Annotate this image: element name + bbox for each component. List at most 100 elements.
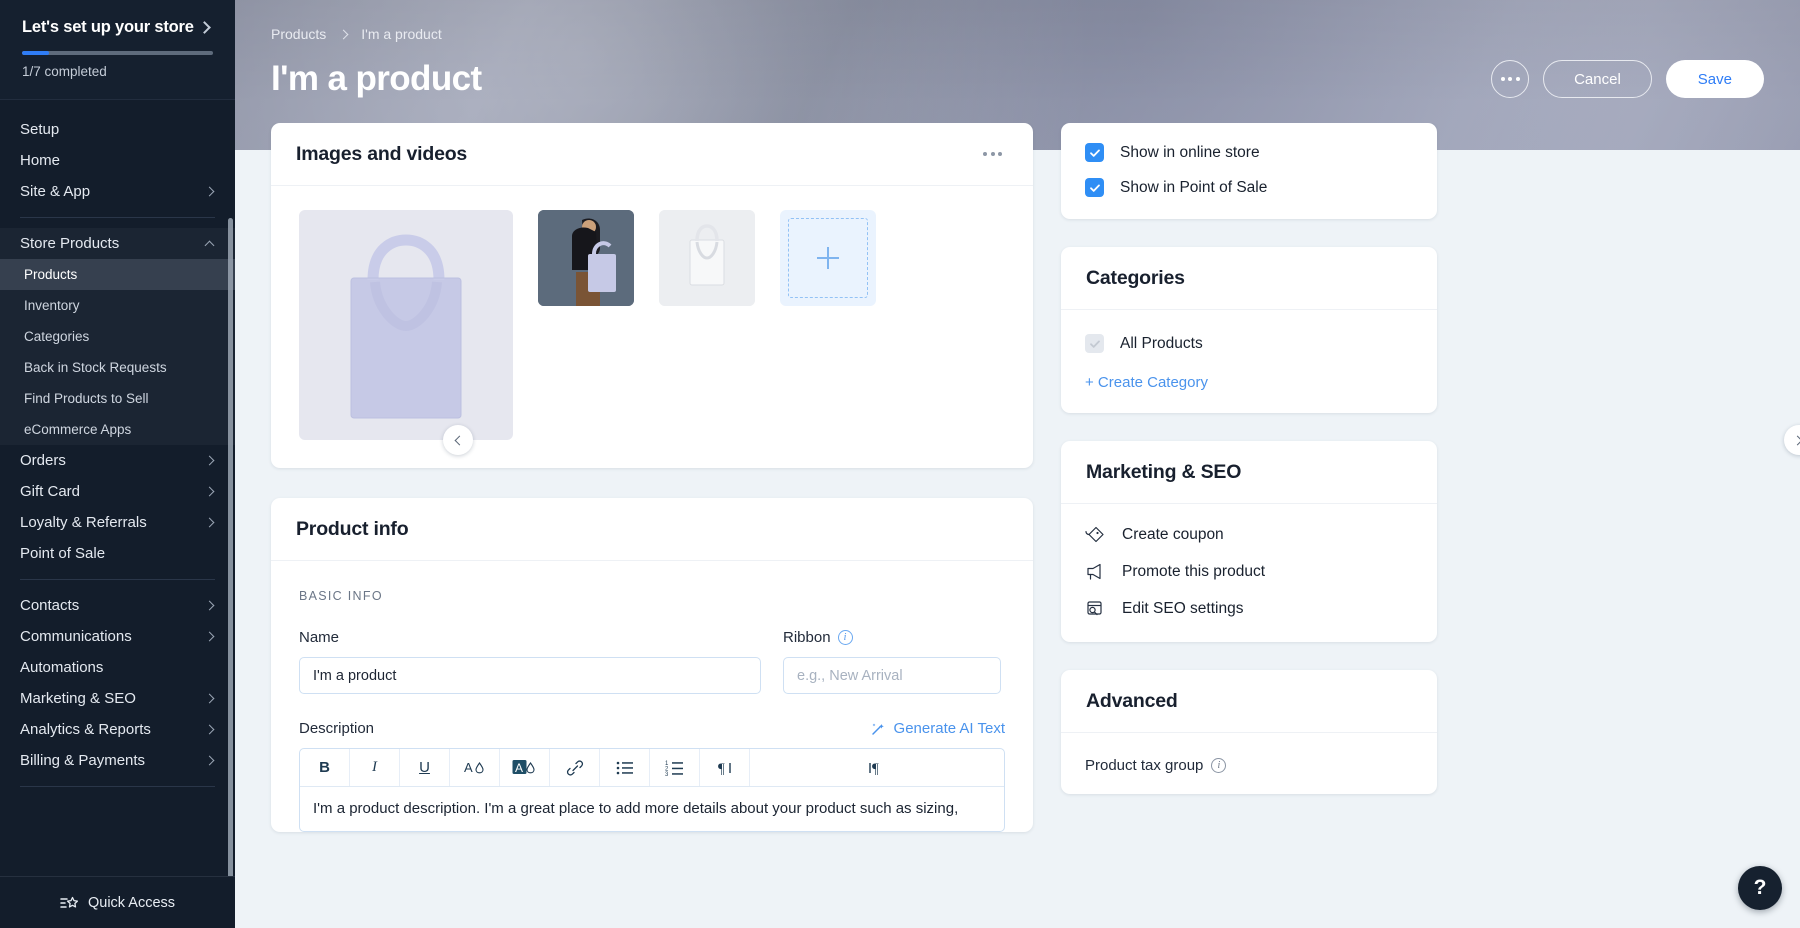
info-icon[interactable]: i bbox=[1211, 758, 1226, 773]
tote-bag-image bbox=[331, 230, 481, 420]
magic-wand-icon bbox=[870, 721, 886, 737]
checkbox-checked-icon[interactable] bbox=[1085, 143, 1104, 162]
chevron-right-icon bbox=[205, 187, 215, 197]
sidebar-scrollbar[interactable] bbox=[228, 218, 233, 876]
text-color-icon[interactable]: A bbox=[450, 749, 500, 786]
sidebar-item-label: Contacts bbox=[20, 597, 79, 614]
checkbox-checked-icon[interactable] bbox=[1085, 178, 1104, 197]
right-column: Show in online store Show in Point of Sa… bbox=[1061, 123, 1437, 928]
collapse-sidebar-button[interactable] bbox=[443, 425, 473, 455]
dot bbox=[998, 152, 1002, 156]
svg-text:¶: ¶ bbox=[872, 761, 879, 777]
show-in-online-store-row[interactable]: Show in online store bbox=[1085, 143, 1413, 162]
chevron-right-icon[interactable] bbox=[198, 21, 211, 34]
sidebar-item-analytics-reports[interactable]: Analytics & Reports bbox=[0, 714, 235, 745]
italic-icon[interactable]: I bbox=[350, 749, 400, 786]
media-thumbnail-model[interactable] bbox=[538, 210, 634, 306]
sidebar-item-ecommerce-apps[interactable]: eCommerce Apps bbox=[0, 414, 235, 445]
sidebar-item-communications[interactable]: Communications bbox=[0, 621, 235, 652]
sidebar-item-gift-card[interactable]: Gift Card bbox=[0, 476, 235, 507]
show-in-point-of-sale-row[interactable]: Show in Point of Sale bbox=[1085, 178, 1413, 197]
description-text[interactable]: I'm a product description. I'm a great p… bbox=[300, 787, 1004, 831]
align-rtl-icon[interactable]: ¶ bbox=[700, 749, 750, 786]
edit-seo-settings-button[interactable]: Edit SEO settings bbox=[1085, 600, 1413, 618]
numbered-list-glyph: 1 2 3 bbox=[665, 758, 685, 778]
sidebar-item-label: Site & App bbox=[20, 183, 90, 200]
sidebar-item-label: Gift Card bbox=[20, 483, 80, 500]
sidebar-item-label: Find Products to Sell bbox=[24, 391, 149, 406]
sidebar-item-categories[interactable]: Categories bbox=[0, 321, 235, 352]
highlight-color-icon[interactable]: A bbox=[500, 749, 550, 786]
sidebar-item-setup[interactable]: Setup bbox=[0, 114, 235, 145]
sidebar-group-store-products[interactable]: Store Products bbox=[0, 228, 235, 259]
quick-access-button[interactable]: Quick Access bbox=[0, 876, 235, 928]
sidebar-item-label: Loyalty & Referrals bbox=[20, 514, 147, 531]
help-button[interactable]: ? bbox=[1738, 866, 1782, 910]
bold-icon[interactable]: B bbox=[300, 749, 350, 786]
marketing-seo-title: Marketing & SEO bbox=[1086, 461, 1241, 484]
media-main-image[interactable] bbox=[299, 210, 513, 440]
sidebar-item-label: Back in Stock Requests bbox=[24, 360, 167, 375]
sidebar-item-label: Home bbox=[20, 152, 60, 169]
category-label: All Products bbox=[1120, 335, 1203, 353]
sidebar-item-products[interactable]: Products bbox=[0, 259, 235, 290]
bulleted-list-glyph bbox=[615, 758, 635, 778]
chevron-right-icon bbox=[1793, 435, 1800, 445]
highlight-color-glyph: A bbox=[512, 758, 538, 778]
media-more-button[interactable] bbox=[977, 146, 1008, 162]
cancel-button[interactable]: Cancel bbox=[1543, 60, 1652, 98]
advanced-title: Advanced bbox=[1086, 690, 1178, 713]
sidebar-item-back-in-stock-requests[interactable]: Back in Stock Requests bbox=[0, 352, 235, 383]
sidebar-item-marketing-seo[interactable]: Marketing & SEO bbox=[0, 683, 235, 714]
sidebar-item-label: Analytics & Reports bbox=[20, 721, 151, 738]
sidebar-item-home[interactable]: Home bbox=[0, 145, 235, 176]
sidebar-item-point-of-sale[interactable]: Point of Sale bbox=[0, 538, 235, 569]
sidebar-item-label: Setup bbox=[20, 121, 59, 138]
more-actions-button[interactable] bbox=[1491, 60, 1529, 98]
sidebar-item-orders[interactable]: Orders bbox=[0, 445, 235, 476]
bulleted-list-icon[interactable] bbox=[600, 749, 650, 786]
seo-icon bbox=[1085, 600, 1105, 618]
media-thumbnail-white-tote[interactable] bbox=[659, 210, 755, 306]
setup-progress-text: 1/7 completed bbox=[22, 64, 213, 79]
save-button[interactable]: Save bbox=[1666, 60, 1764, 98]
generate-ai-text-label: Generate AI Text bbox=[894, 720, 1005, 737]
align-ltr-icon[interactable]: ¶ bbox=[750, 749, 1004, 786]
model-with-bag-image bbox=[538, 210, 634, 306]
setup-title-row: Let's set up your store bbox=[22, 18, 213, 37]
svg-text:¶: ¶ bbox=[718, 761, 725, 777]
setup-banner[interactable]: Let's set up your store 1/7 completed bbox=[0, 0, 235, 100]
sidebar-item-contacts[interactable]: Contacts bbox=[0, 590, 235, 621]
plus-icon bbox=[817, 247, 839, 269]
sidebar-item-find-products-to-sell[interactable]: Find Products to Sell bbox=[0, 383, 235, 414]
sidebar: Let's set up your store 1/7 completed Se… bbox=[0, 0, 235, 928]
quick-access-label: Quick Access bbox=[88, 895, 175, 911]
generate-ai-text-button[interactable]: Generate AI Text bbox=[870, 720, 1005, 737]
name-input[interactable] bbox=[299, 657, 761, 694]
chevron-up-icon bbox=[205, 240, 215, 250]
visibility-label: Show in online store bbox=[1120, 144, 1260, 162]
link-icon[interactable] bbox=[550, 749, 600, 786]
chevron-right-icon bbox=[205, 487, 215, 497]
sidebar-item-loyalty-referrals[interactable]: Loyalty & Referrals bbox=[0, 507, 235, 538]
create-coupon-button[interactable]: Create coupon bbox=[1085, 526, 1413, 544]
info-icon[interactable]: i bbox=[838, 630, 853, 645]
sidebar-item-billing-payments[interactable]: Billing & Payments bbox=[0, 745, 235, 776]
underline-icon[interactable]: U bbox=[400, 749, 450, 786]
sidebar-item-label: eCommerce Apps bbox=[24, 422, 131, 437]
promote-this-product-button[interactable]: Promote this product bbox=[1085, 563, 1413, 581]
sidebar-item-automations[interactable]: Automations bbox=[0, 652, 235, 683]
sidebar-item-inventory[interactable]: Inventory bbox=[0, 290, 235, 321]
breadcrumb-parent[interactable]: Products bbox=[271, 26, 326, 42]
sidebar-item-site-app[interactable]: Site & App bbox=[0, 176, 235, 207]
check-glyph bbox=[1089, 182, 1101, 194]
left-column: Images and videos bbox=[271, 123, 1033, 928]
ribbon-input[interactable] bbox=[783, 657, 1001, 694]
add-media-button[interactable] bbox=[780, 210, 876, 306]
create-category-link[interactable]: + Create Category bbox=[1085, 374, 1413, 391]
coupon-icon bbox=[1085, 526, 1105, 544]
numbered-list-icon[interactable]: 1 2 3 bbox=[650, 749, 700, 786]
name-ribbon-row: Name Ribbon i bbox=[299, 629, 1005, 694]
ltr-glyph: ¶ bbox=[867, 758, 887, 778]
sidebar-item-label: Inventory bbox=[24, 298, 80, 313]
